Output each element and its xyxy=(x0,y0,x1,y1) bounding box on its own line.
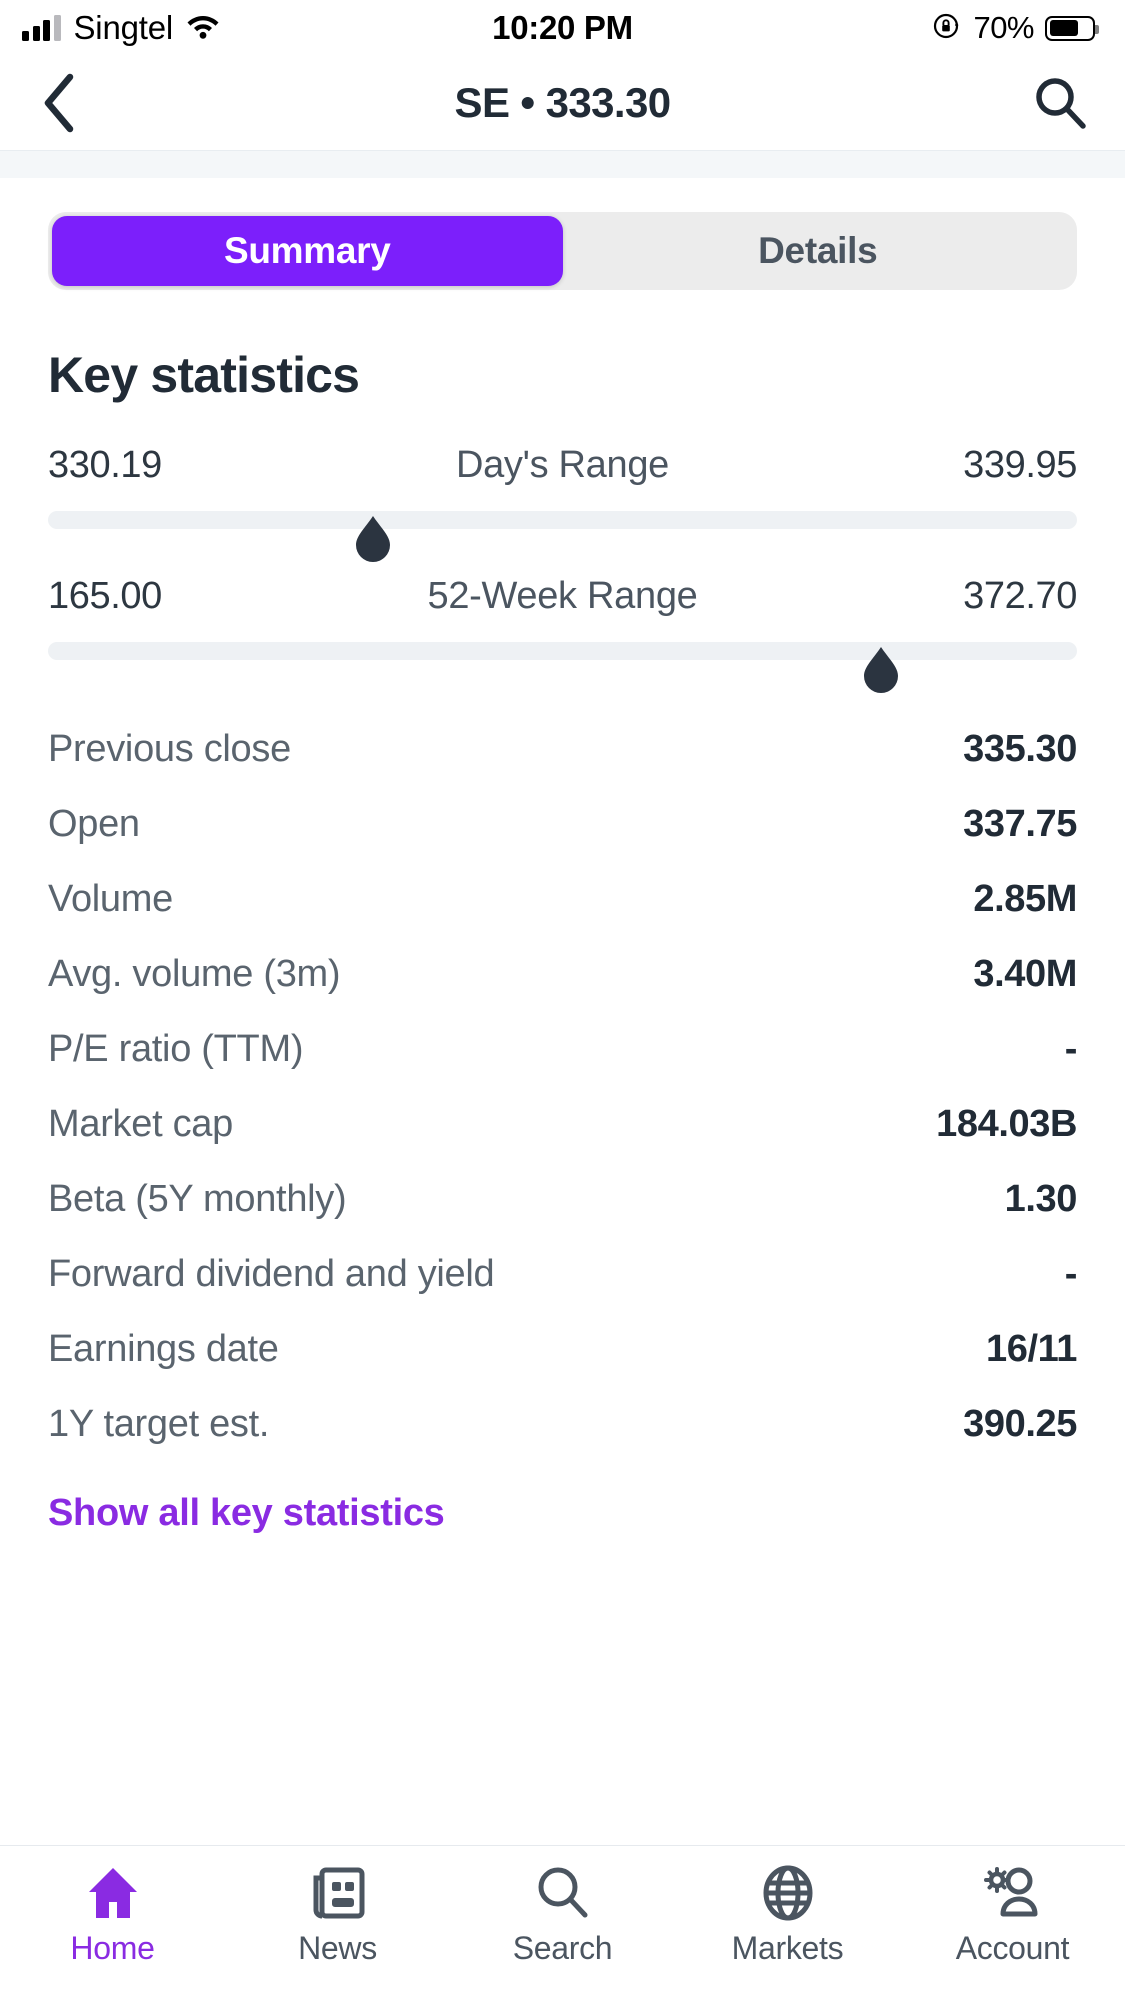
wifi-icon xyxy=(186,13,220,44)
bottom-tab-bar: Home News Search Markets Account xyxy=(0,1845,1125,2001)
days-range-block: 330.19 Day's Range 339.95 xyxy=(48,444,1077,562)
news-icon xyxy=(310,1862,366,1924)
stat-value: 3.40M xyxy=(973,953,1077,995)
battery-percent-label: 70% xyxy=(973,10,1034,45)
main-content: Summary Details Key statistics 330.19 Da… xyxy=(0,178,1125,1845)
status-bar-left: Singtel xyxy=(22,9,220,47)
stat-label: P/E ratio (TTM) xyxy=(48,1028,304,1070)
stat-value: - xyxy=(1064,1253,1078,1295)
stat-row: Market cap 184.03B xyxy=(48,1087,1077,1162)
tab-account[interactable]: Account xyxy=(900,1862,1125,1967)
stat-label: Avg. volume (3m) xyxy=(48,953,341,995)
rotation-lock-icon xyxy=(932,11,962,46)
stat-row: Earnings date 16/11 xyxy=(48,1312,1077,1387)
stat-label: Beta (5Y monthly) xyxy=(48,1178,347,1220)
stat-value: 2.85M xyxy=(973,878,1077,920)
back-chevron-icon[interactable] xyxy=(28,72,90,134)
status-bar-right: 70% xyxy=(932,10,1099,46)
show-all-key-statistics-link[interactable]: Show all key statistics xyxy=(48,1492,1077,1535)
days-range-header: 330.19 Day's Range 339.95 xyxy=(48,444,1077,487)
tab-home-label: Home xyxy=(70,1930,155,1966)
header-divider-band xyxy=(0,150,1125,178)
52-week-range-label: 52-Week Range xyxy=(427,575,698,617)
days-range-label: Day's Range xyxy=(455,444,670,486)
search-icon[interactable] xyxy=(1029,72,1091,134)
stat-label: Earnings date xyxy=(48,1328,279,1370)
tab-summary[interactable]: Summary xyxy=(52,216,563,286)
stat-row: Beta (5Y monthly) 1.30 xyxy=(48,1162,1077,1237)
tab-search[interactable]: Search xyxy=(450,1862,675,1967)
52-week-range-low: 165.00 xyxy=(48,575,162,617)
tab-search-label: Search xyxy=(512,1930,613,1966)
stat-row: Forward dividend and yield - xyxy=(48,1237,1077,1312)
52-week-range-high: 372.70 xyxy=(963,575,1077,617)
tab-details[interactable]: Details xyxy=(563,216,1074,286)
stat-label: Open xyxy=(48,803,140,845)
stat-label: Previous close xyxy=(48,728,291,770)
tab-news-label: News xyxy=(298,1930,377,1966)
days-range-track xyxy=(48,511,1077,562)
tab-markets[interactable]: Markets xyxy=(675,1862,900,1967)
stat-value: 335.30 xyxy=(963,728,1077,770)
stat-row: P/E ratio (TTM) - xyxy=(48,1012,1077,1087)
tab-news[interactable]: News xyxy=(225,1862,450,1967)
stat-row: Open 337.75 xyxy=(48,787,1077,862)
tab-home[interactable]: Home xyxy=(0,1862,225,1967)
stat-label: 1Y target est. xyxy=(48,1403,270,1445)
stat-value: 1.30 xyxy=(1004,1178,1078,1220)
52-week-range-marker xyxy=(860,645,902,697)
search-icon xyxy=(535,1862,591,1924)
stat-value: 184.03B xyxy=(936,1103,1077,1145)
stat-row: Previous close 335.30 xyxy=(48,712,1077,787)
globe-icon xyxy=(760,1862,816,1924)
stat-value: 16/11 xyxy=(986,1328,1077,1370)
nav-bar: SE • 333.30 xyxy=(0,56,1125,150)
app-screen: Singtel 10:20 PM 70% SE • 333.30 Summary xyxy=(0,0,1125,2001)
status-bar: Singtel 10:20 PM 70% xyxy=(0,0,1125,56)
days-range-low: 330.19 xyxy=(48,444,162,486)
52-week-range-block: 165.00 52-Week Range 372.70 xyxy=(48,575,1077,693)
stat-label: Forward dividend and yield xyxy=(48,1253,495,1295)
carrier-label: Singtel xyxy=(73,9,174,46)
stat-row: 1Y target est. 390.25 xyxy=(48,1387,1077,1462)
days-range-high: 339.95 xyxy=(963,444,1077,486)
key-statistics-heading: Key statistics xyxy=(48,347,360,403)
days-range-marker xyxy=(352,514,394,566)
stat-value: 390.25 xyxy=(963,1403,1077,1445)
stat-value: - xyxy=(1064,1028,1078,1070)
key-statistics-list: Previous close 335.30 Open 337.75 Volume 2.85… xyxy=(48,712,1077,1462)
stat-label: Market cap xyxy=(48,1103,233,1145)
battery-icon xyxy=(1045,15,1099,41)
account-gear-person-icon xyxy=(983,1862,1042,1924)
stat-row: Avg. volume (3m) 3.40M xyxy=(48,937,1077,1012)
stat-row: Volume 2.85M xyxy=(48,862,1077,937)
stat-value: 337.75 xyxy=(963,803,1077,845)
summary-details-segmented-control[interactable]: Summary Details xyxy=(48,212,1077,290)
cellular-signal-icon xyxy=(22,15,61,41)
52-week-range-track xyxy=(48,642,1077,693)
tab-account-label: Account xyxy=(955,1930,1070,1966)
stat-label: Volume xyxy=(48,878,173,920)
tab-markets-label: Markets xyxy=(731,1930,844,1966)
52-week-range-header: 165.00 52-Week Range 372.70 xyxy=(48,575,1077,618)
home-icon xyxy=(84,1862,142,1924)
page-title: SE • 333.30 xyxy=(454,79,672,126)
